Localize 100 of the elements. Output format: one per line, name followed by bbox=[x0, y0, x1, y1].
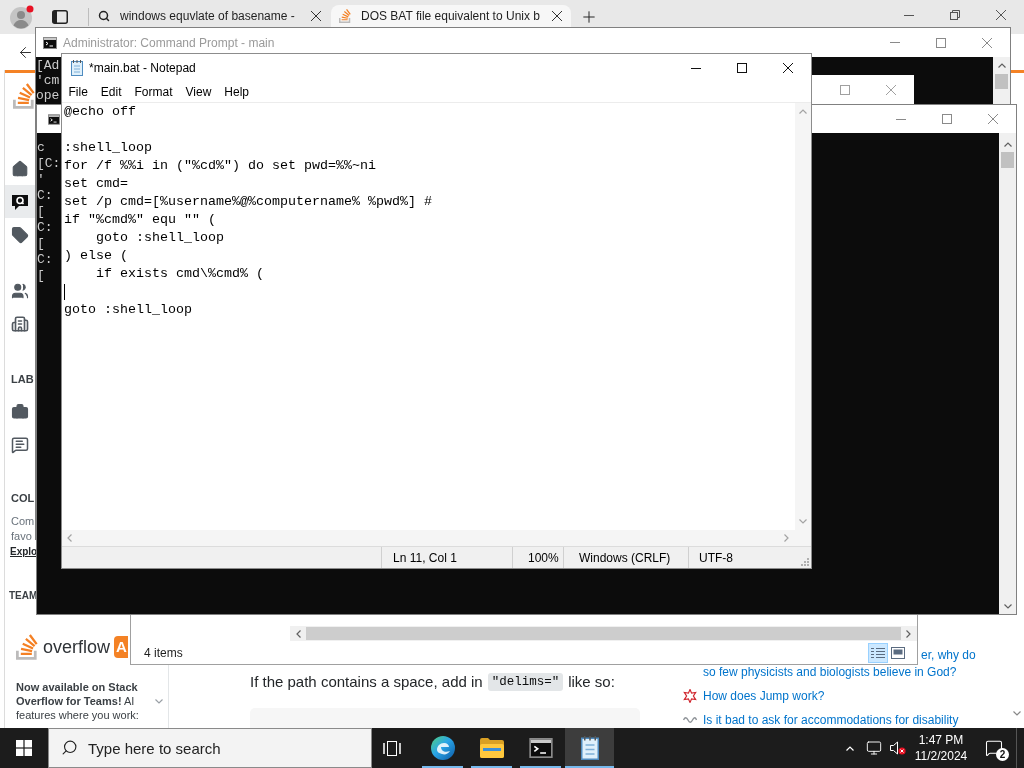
menu-item[interactable]: Help bbox=[217, 82, 256, 102]
menu-item[interactable]: Format bbox=[128, 82, 180, 102]
nav-link[interactable] bbox=[5, 185, 35, 218]
question-link[interactable]: so few physicists and biologists believe in God? bbox=[703, 665, 957, 679]
code-line: if exists cmd\%cmd% ( bbox=[95, 265, 264, 283]
line-ending-text: Windows (CRLF) bbox=[579, 549, 671, 567]
scroll-right-icon[interactable] bbox=[784, 534, 789, 542]
terminal-line: C: bbox=[37, 220, 53, 236]
resize-grip-icon[interactable] bbox=[801, 558, 809, 566]
code-line: set cmd= bbox=[64, 175, 128, 193]
question-link[interactable]: How does Jump work? bbox=[703, 689, 825, 703]
large-icons-view-icon bbox=[891, 646, 905, 659]
close-icon bbox=[311, 11, 321, 21]
terminal-icon bbox=[528, 738, 553, 758]
inline-code: "delims=" bbox=[487, 673, 564, 691]
terminal-line: ope bbox=[36, 88, 60, 103]
section-heading: LAB bbox=[11, 372, 34, 387]
browser-tab[interactable]: windows equvlate of basename - bbox=[90, 5, 330, 27]
notification-count: 2 bbox=[996, 748, 1009, 761]
plus-icon bbox=[580, 8, 598, 26]
stack-logo-icon bbox=[339, 9, 351, 23]
logo-wordmark: overflow bbox=[43, 636, 111, 659]
question-bubble-icon bbox=[11, 192, 29, 211]
folder-icon bbox=[479, 738, 504, 758]
close-tab-button[interactable] bbox=[549, 8, 565, 24]
maximize-icon bbox=[942, 114, 952, 124]
close-icon bbox=[552, 11, 562, 21]
code-line: @echo off bbox=[64, 103, 136, 121]
terminal-line: C: bbox=[37, 252, 53, 268]
vertical-scrollbar[interactable] bbox=[795, 103, 811, 530]
menu-item[interactable]: File bbox=[62, 82, 95, 102]
browser-icon bbox=[430, 736, 455, 760]
scrollbar-thumb[interactable] bbox=[1001, 152, 1014, 168]
item-count: 4 items bbox=[144, 644, 183, 662]
explore-link[interactable]: Explo bbox=[10, 544, 38, 559]
scroll-down-icon[interactable] bbox=[1003, 604, 1012, 609]
details-view-icon bbox=[871, 646, 885, 659]
sidebar-toggle-icon[interactable] bbox=[52, 10, 68, 24]
code-line: set /p cmd=[%username%@%computername% %pwd%] # bbox=[64, 193, 432, 211]
close-icon bbox=[988, 114, 998, 124]
view-toggle-button[interactable] bbox=[868, 642, 888, 663]
clock-button[interactable]: 1:47 PM 11/2/2024 bbox=[910, 728, 972, 768]
tag-icon bbox=[11, 225, 29, 244]
browser-tab[interactable]: DOS BAT file equivalent to Unix b bbox=[331, 5, 571, 27]
stack-logo-icon bbox=[13, 83, 35, 109]
terminal-line: [C: bbox=[37, 156, 61, 172]
search-icon bbox=[98, 10, 110, 22]
collectives-text: favo bbox=[11, 529, 32, 544]
scroll-up-icon[interactable] bbox=[799, 109, 807, 114]
answer-text: If the path contains a space, add in bbox=[250, 671, 483, 692]
close-icon bbox=[996, 10, 1006, 20]
notification-bubble-icon bbox=[985, 739, 1003, 757]
scroll-left-icon[interactable] bbox=[67, 534, 72, 542]
vertical-scrollbar[interactable] bbox=[999, 133, 1016, 614]
network-icon bbox=[866, 740, 882, 756]
horizontal-scrollbar[interactable] bbox=[62, 530, 795, 546]
answer-text: like so: bbox=[568, 671, 615, 692]
scroll-down-icon[interactable] bbox=[799, 519, 807, 524]
terminal-line: [ bbox=[37, 268, 45, 284]
chat-bubble-icon bbox=[11, 435, 29, 454]
zoom-level-text: 100% bbox=[528, 549, 559, 567]
scroll-up-icon[interactable] bbox=[997, 63, 1006, 68]
menu-item[interactable]: Edit bbox=[94, 82, 129, 102]
scroll-up-icon[interactable] bbox=[1003, 142, 1012, 147]
window-title: *main.bat - Notepad bbox=[89, 60, 196, 77]
maximize-icon bbox=[840, 84, 850, 95]
terminal-line: [ bbox=[37, 236, 45, 252]
scrollbar-thumb[interactable] bbox=[306, 627, 901, 640]
briefcase-icon bbox=[11, 402, 29, 421]
code-line: :shell_loop bbox=[64, 139, 152, 157]
code-line: if "%cmd%" equ "" ( bbox=[64, 211, 216, 229]
minimize-icon bbox=[904, 14, 914, 16]
avatar-icon[interactable] bbox=[10, 5, 34, 29]
code-line: for /f %%i in ("%cd%") do set pwd=%%~ni bbox=[64, 157, 376, 175]
minimize-icon bbox=[890, 42, 900, 43]
taskbar-app-button[interactable] bbox=[565, 728, 614, 768]
maximize-icon bbox=[936, 37, 946, 48]
notifications-button[interactable]: 2 bbox=[972, 728, 1016, 768]
search-icon bbox=[61, 739, 78, 756]
menu-item[interactable]: View bbox=[179, 82, 218, 102]
question-link[interactable]: er, why do bbox=[921, 648, 976, 662]
horizontal-scrollbar[interactable] bbox=[290, 626, 917, 641]
cursor-position-text: Ln 11, Col 1 bbox=[393, 549, 457, 567]
close-tab-button[interactable] bbox=[308, 8, 324, 24]
vertical-scrollbar[interactable] bbox=[993, 57, 1010, 104]
window-title: Administrator: Command Prompt - main bbox=[63, 34, 275, 52]
scroll-left-icon[interactable] bbox=[296, 629, 301, 638]
question-link[interactable]: Is it bad to ask for accommodations for disability bbox=[703, 713, 959, 727]
chevron-up-icon bbox=[846, 745, 854, 751]
search-field[interactable]: Type here to search bbox=[48, 728, 372, 768]
stack-logo-icon bbox=[16, 634, 38, 660]
scrollbar-thumb[interactable] bbox=[995, 74, 1008, 89]
chevron-down-icon[interactable] bbox=[155, 698, 163, 704]
promo-text: Now available on Stack Overflow for Teams! AI features where you work: bbox=[16, 680, 140, 722]
terminal-line: [ bbox=[37, 204, 45, 220]
collectives-text: Com bbox=[11, 514, 35, 529]
scroll-down-icon[interactable] bbox=[1013, 711, 1021, 716]
scroll-right-icon[interactable] bbox=[906, 629, 911, 638]
code-line: goto :shell_loop bbox=[95, 229, 224, 247]
close-icon bbox=[886, 84, 896, 95]
